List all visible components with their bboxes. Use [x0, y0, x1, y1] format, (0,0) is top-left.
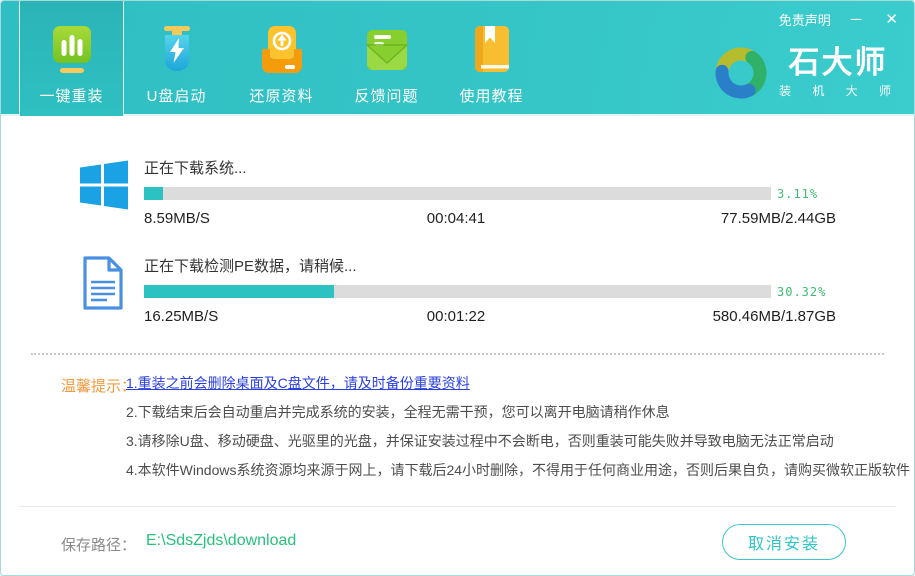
nav-label: 反馈问题	[354, 85, 418, 106]
nav-label: U盘启动	[147, 85, 207, 106]
nav-label: 一键重装	[39, 85, 103, 106]
download-speed: 8.59MB/S	[144, 210, 210, 227]
tips-label: 温馨提示：	[61, 375, 136, 396]
brand-subtitle: 装 机 大 师	[779, 82, 900, 99]
app-window: 一键重装 U盘启动	[0, 0, 915, 576]
progress-bar: 3.11%	[144, 187, 771, 200]
nav-label: 还原资料	[249, 85, 313, 106]
feedback-mail-icon	[363, 25, 411, 77]
download-time-remaining: 00:04:41	[427, 210, 485, 227]
tips-section: 温馨提示： 1.重装之前会删除桌面及C盘文件，请及时备份重要资料 2.下载结束后…	[61, 369, 878, 485]
document-icon	[76, 254, 132, 312]
download-row-pe-data: 正在下载检测PE数据，请稍候... 30.32% 16.25MB/S 00:01…	[76, 251, 841, 326]
progress-fill	[144, 285, 334, 298]
nav-tab-restore-data[interactable]: 还原资料	[229, 1, 334, 116]
nav-tab-usb-boot[interactable]: U盘启动	[124, 1, 229, 116]
nav-tab-feedback[interactable]: 反馈问题	[334, 1, 439, 116]
close-button[interactable]: ✕	[881, 11, 902, 29]
download-title: 正在下载系统...	[144, 153, 841, 178]
header-bar: 一键重装 U盘启动	[1, 1, 914, 116]
titlebar-controls: 免责声明 ─ ✕	[779, 10, 902, 29]
footer-divider	[19, 506, 896, 507]
nav-tab-reinstall[interactable]: 一键重装	[19, 1, 124, 116]
progress-percent: 30.32%	[777, 285, 826, 299]
disclaimer-link[interactable]: 免责声明	[779, 10, 831, 29]
nav-label: 使用教程	[459, 85, 523, 106]
brand-swirl-icon	[715, 47, 767, 99]
download-time-remaining: 00:01:22	[427, 308, 485, 325]
download-size-progress: 580.46MB/1.87GB	[713, 308, 836, 325]
dotted-divider	[31, 353, 884, 355]
nav-tab-tutorial[interactable]: 使用教程	[439, 1, 544, 116]
usb-boot-icon	[153, 25, 201, 77]
main-nav: 一键重装 U盘启动	[19, 1, 544, 116]
download-row-system: 正在下载系统... 3.11% 8.59MB/S 00:04:41 77.59M…	[76, 153, 841, 228]
tip-item-1: 1.重装之前会删除桌面及C盘文件，请及时备份重要资料	[126, 369, 878, 398]
minimize-button[interactable]: ─	[847, 11, 866, 29]
progress-bar: 30.32%	[144, 285, 771, 298]
brand-logo-block: 石大师 装 机 大 师	[715, 47, 900, 99]
windows-logo-icon	[76, 156, 132, 214]
brand-name: 石大师	[776, 47, 900, 79]
save-path-label: 保存路径：	[61, 534, 136, 555]
tip-item-2: 2.下载结束后会自动重启并完成系统的安装，全程无需干预，您可以离开电脑请稍作休息	[126, 398, 878, 427]
tip-item-4: 4.本软件Windows系统资源均来源于网上，请下载后24小时删除，不得用于任何…	[126, 456, 878, 485]
tutorial-book-icon	[468, 25, 516, 77]
save-path-value: E:\SdsZjds\download	[146, 532, 296, 550]
progress-percent: 3.11%	[777, 187, 818, 201]
progress-fill	[144, 187, 163, 200]
download-speed: 16.25MB/S	[144, 308, 218, 325]
cancel-install-button[interactable]: 取消安装	[722, 524, 846, 560]
chart-reinstall-icon	[48, 25, 96, 77]
download-title: 正在下载检测PE数据，请稍候...	[144, 251, 841, 276]
tip-item-3: 3.请移除U盘、移动硬盘、光驱里的光盘，并保证安装过程中不会断电，否则重装可能失…	[126, 427, 878, 456]
download-size-progress: 77.59MB/2.44GB	[721, 210, 836, 227]
restore-data-icon	[258, 25, 306, 77]
